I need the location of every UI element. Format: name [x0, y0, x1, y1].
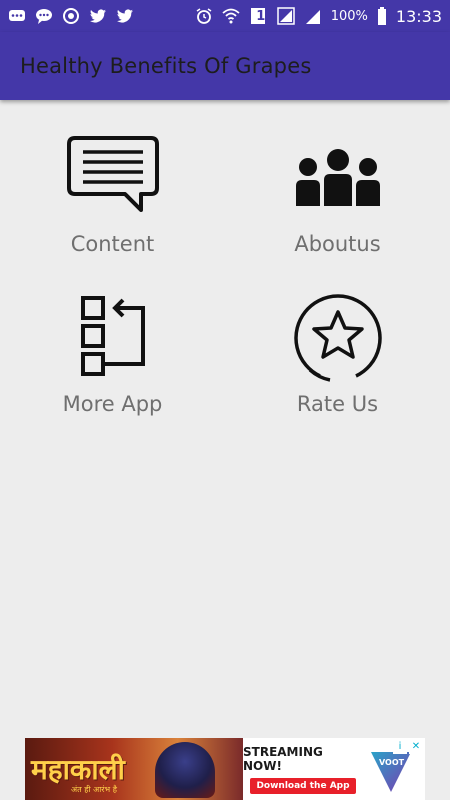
- signal-box-icon: [276, 7, 295, 25]
- chat-bubble-icon: [8, 7, 26, 25]
- clock: 13:33: [395, 6, 442, 26]
- more-apps-icon: [65, 290, 161, 386]
- battery-icon: [377, 7, 387, 25]
- group-icon: [290, 130, 386, 226]
- ad-artwork: महाकाली अंत ही आरंभ है: [25, 738, 243, 800]
- sim-label: 1: [256, 8, 266, 24]
- more-app-label: More App: [62, 392, 163, 416]
- ad-controls: i ✕: [393, 740, 423, 754]
- ad-close-icon[interactable]: ✕: [409, 740, 423, 754]
- ad-headline: STREAMING NOW!: [243, 744, 323, 773]
- message-icon: [35, 7, 53, 25]
- content-label: Content: [70, 232, 155, 256]
- twitter-icon: [89, 7, 107, 25]
- aboutus-label: Aboutus: [294, 232, 381, 256]
- ad-download-button[interactable]: Download the App: [250, 777, 356, 794]
- ad-message: STREAMING NOW! Download the App: [243, 738, 363, 800]
- status-system: 1 100% 13:33: [195, 7, 442, 26]
- ad-figure-image: [155, 742, 215, 798]
- sync-icon: [62, 7, 80, 25]
- message-box-icon: [65, 130, 161, 226]
- menu-grid: Content Aboutus More App Rate Us: [0, 130, 450, 432]
- rate-us-button[interactable]: Rate Us: [225, 290, 450, 432]
- ad-brand-label: VOOT: [379, 758, 405, 767]
- more-app-button[interactable]: More App: [0, 290, 225, 432]
- signal-icon: [304, 7, 322, 25]
- star-icon: [290, 290, 386, 386]
- app-title: Healthy Benefits Of Grapes: [20, 54, 312, 78]
- wifi-icon: [222, 7, 240, 25]
- ad-title: महाकाली: [31, 753, 125, 786]
- ad-banner[interactable]: महाकाली अंत ही आरंभ है STREAMING NOW! Do…: [25, 738, 425, 800]
- status-bar: 1 100% 13:33: [0, 0, 450, 32]
- twitter-icon: [116, 7, 134, 25]
- ad-subtitle: अंत ही आरंभ है: [71, 785, 117, 794]
- ad-brand: VOOT i ✕: [363, 738, 425, 800]
- battery-percent: 100%: [330, 8, 368, 24]
- status-notifications: [8, 7, 134, 25]
- alarm-icon: [195, 7, 213, 25]
- app-bar: Healthy Benefits Of Grapes: [0, 32, 450, 100]
- ad-info-icon[interactable]: i: [393, 740, 407, 754]
- rate-us-label: Rate Us: [296, 392, 379, 416]
- aboutus-button[interactable]: Aboutus: [225, 130, 450, 272]
- content-button[interactable]: Content: [0, 130, 225, 272]
